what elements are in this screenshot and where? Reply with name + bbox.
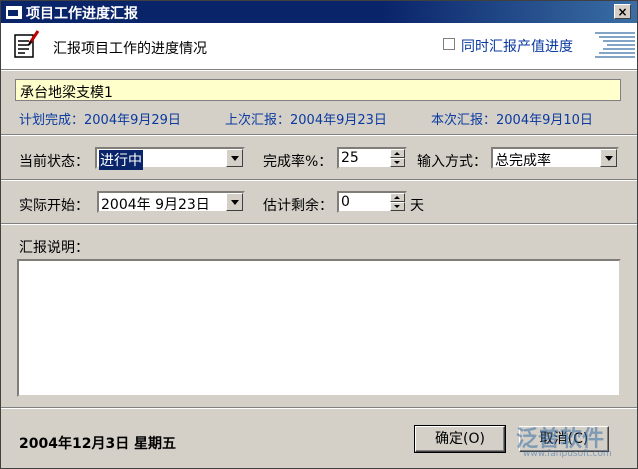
divider — [1, 407, 637, 409]
input-mode-label: 输入方式： — [417, 154, 487, 170]
window-title: 项目工作进度汇报 — [26, 6, 138, 22]
stepper-up-icon[interactable] — [390, 149, 405, 158]
output-progress-checkbox-label[interactable]: 同时汇报产值进度 — [461, 36, 573, 56]
divider — [1, 223, 637, 225]
decorative-lines-icon — [595, 32, 635, 58]
task-name: 承台地梁支模1 — [20, 85, 113, 101]
remaining-unit: 天 — [410, 198, 424, 214]
header-title: 汇报项目工作的进度情况 — [53, 41, 207, 57]
completion-stepper[interactable]: 25 — [337, 147, 407, 169]
stepper-buttons[interactable] — [390, 149, 405, 167]
chevron-down-icon[interactable] — [600, 149, 617, 167]
remaining-label: 估计剩余： — [263, 198, 333, 214]
task-name-field: 承台地梁支模1 — [15, 79, 621, 101]
close-button[interactable]: × — [614, 4, 631, 19]
divider — [1, 134, 637, 136]
state-value: 进行中 — [99, 150, 143, 170]
input-mode-select[interactable]: 总完成率 — [491, 147, 619, 169]
stepper-down-icon[interactable] — [390, 202, 405, 211]
completion-label: 完成率%： — [263, 154, 333, 170]
chevron-down-icon[interactable] — [226, 193, 243, 211]
memo-icon — [14, 30, 40, 58]
input-mode-value: 总完成率 — [495, 153, 551, 169]
window-icon — [6, 6, 22, 19]
state-label: 当前状态： — [19, 154, 89, 170]
actual-start-label: 实际开始： — [19, 198, 89, 214]
remaining-stepper[interactable]: 0 — [337, 191, 407, 213]
report-textarea[interactable] — [17, 259, 621, 397]
dialog-window: 项目工作进度汇报 × 汇报项目工作的进度情况 同时汇报产值进度 承台地梁支模1 — [0, 0, 638, 469]
divider — [1, 179, 637, 181]
actual-start-value: 2004年 9月23日 — [101, 197, 210, 213]
state-select[interactable]: 进行中 — [95, 147, 245, 170]
this-report-text: 本次汇报：2004年9月10日 — [431, 113, 593, 128]
completion-value: 25 — [341, 150, 359, 166]
watermark-url: www.fanpusoft.com — [523, 449, 612, 459]
current-date: 2004年12月3日 星期五 — [19, 436, 177, 452]
remaining-value: 0 — [341, 194, 350, 210]
actual-start-datepicker[interactable]: 2004年 9月23日 — [97, 191, 245, 213]
chevron-down-icon[interactable] — [226, 149, 243, 167]
ok-button[interactable]: 确定(O) — [414, 425, 506, 453]
stepper-up-icon[interactable] — [390, 193, 405, 202]
dialog-header: 汇报项目工作的进度情况 同时汇报产值进度 — [1, 23, 637, 69]
report-label: 汇报说明： — [19, 240, 89, 256]
planned-finish-text: 计划完成：2004年9月29日 — [19, 113, 181, 128]
last-report-text: 上次汇报：2004年9月23日 — [225, 113, 387, 128]
stepper-down-icon[interactable] — [390, 158, 405, 167]
stepper-buttons[interactable] — [390, 193, 405, 211]
output-progress-checkbox[interactable] — [443, 38, 455, 50]
divider — [1, 69, 637, 71]
title-bar[interactable]: 项目工作进度汇报 × — [1, 1, 637, 23]
